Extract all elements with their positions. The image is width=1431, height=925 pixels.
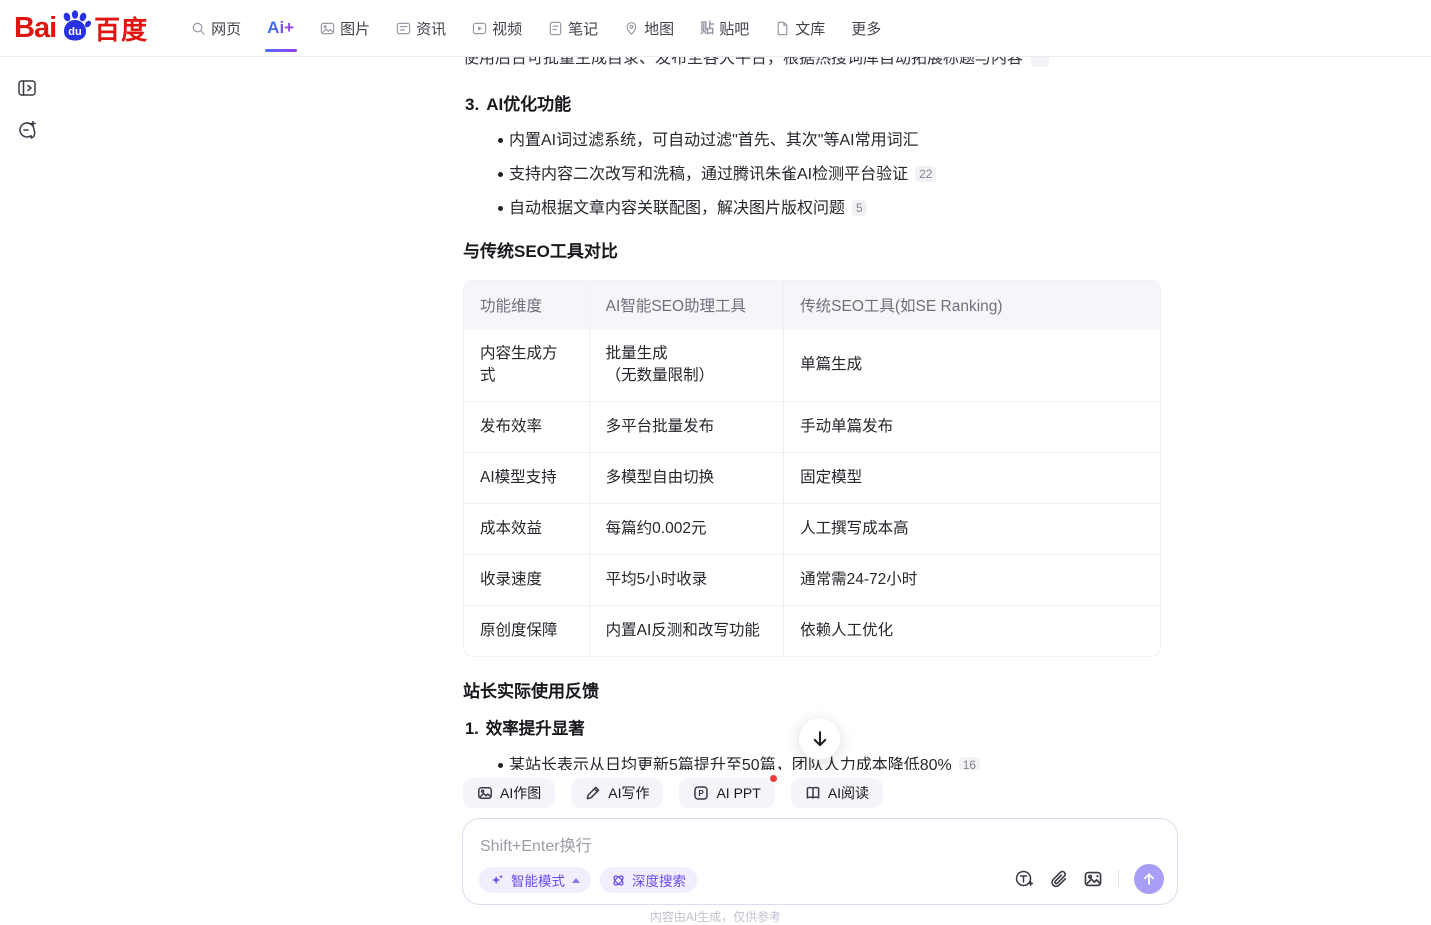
upload-image-icon[interactable]: [1083, 869, 1103, 889]
citation-badge[interactable]: 22: [915, 166, 936, 182]
column-header: AI智能SEO助理工具: [589, 281, 783, 329]
attachment-icon[interactable]: [1049, 870, 1068, 889]
baidu-paw-icon: du: [57, 8, 93, 44]
table-row: 成本效益 每篇约0.002元 人工撰写成本高: [464, 503, 1160, 554]
note-icon: [548, 21, 563, 36]
svg-text:P: P: [699, 789, 705, 798]
arrow-down-icon: [810, 729, 830, 749]
deep-search-toggle[interactable]: 深度搜索: [600, 867, 697, 893]
smart-mode-selector[interactable]: 智能模式: [479, 867, 591, 893]
tab-more[interactable]: 更多: [838, 0, 894, 57]
image-icon: [320, 21, 335, 36]
image-icon: [477, 785, 493, 801]
new-chat-icon[interactable]: [16, 119, 38, 141]
ai-ppt-button[interactable]: P AI PPT: [679, 778, 774, 808]
column-header: 功能维度: [464, 281, 589, 329]
sparkle-icon: [490, 873, 505, 888]
ai-write-button[interactable]: AI写作: [571, 778, 663, 808]
input-action-icons: [1014, 864, 1164, 894]
document-icon: [775, 21, 790, 36]
table-row: 发布效率 多平台批量发布 手动单篇发布: [464, 401, 1160, 452]
chat-bottom-panel: AI作图 AI写作 P AI PPT AI阅读 智能模式: [0, 770, 1431, 915]
ai-disclaimer: 内容由AI生成，仅供参考: [0, 908, 1431, 925]
tieba-icon: 贴: [700, 18, 714, 38]
chat-input[interactable]: [480, 832, 1040, 858]
answer-content: 使用后台可批量生成目录、发布至各大平台，根据热搜词库自动拓展标题与内容 3. A…: [463, 57, 1167, 770]
arrow-up-icon: [1141, 871, 1157, 887]
nav-tabs: 网页 Ai+ 图片 资讯 视频 笔记 地图 贴 贴吧: [178, 0, 894, 57]
book-icon: [805, 785, 821, 801]
citation-badge[interactable]: 5: [852, 200, 867, 216]
tab-news[interactable]: 资讯: [383, 0, 459, 57]
scroll-to-bottom-button[interactable]: [798, 717, 841, 760]
citation-badge[interactable]: 16: [959, 757, 980, 770]
section-heading-ai-optimization: 3. AI优化功能: [463, 94, 1167, 115]
ai-draw-button[interactable]: AI作图: [463, 778, 555, 808]
table-row: 内容生成方式 批量生成 （无数量限制） 单篇生成: [464, 329, 1160, 401]
section-heading-comparison: 与传统SEO工具对比: [463, 237, 1167, 262]
notification-dot: [770, 775, 777, 782]
table-header-row: 功能维度 AI智能SEO助理工具 传统SEO工具(如SE Ranking): [464, 281, 1160, 329]
mode-pills: 智能模式 深度搜索: [479, 867, 697, 893]
table-row: 收录速度 平均5小时收录 通常需24-72小时: [464, 554, 1160, 605]
table-row: AI模型支持 多模型自由切换 固定模型: [464, 452, 1160, 503]
logo-text-bai: Bai: [14, 12, 56, 45]
seo-comparison-table: 功能维度 AI智能SEO助理工具 传统SEO工具(如SE Ranking) 内容…: [463, 280, 1161, 657]
svg-text:du: du: [68, 26, 81, 38]
news-icon: [396, 21, 411, 36]
tab-webpage[interactable]: 网页: [178, 0, 254, 57]
baidu-logo[interactable]: Bai du 百度: [14, 8, 148, 48]
chat-input-box[interactable]: 智能模式 深度搜索: [462, 818, 1178, 905]
deep-search-icon: [611, 873, 626, 888]
tab-maps[interactable]: 地图: [611, 0, 687, 57]
tab-ai-plus[interactable]: Ai+: [254, 0, 307, 57]
tab-images[interactable]: 图片: [307, 0, 383, 57]
divider: [1118, 870, 1119, 888]
text-tool-icon[interactable]: [1014, 869, 1034, 889]
search-icon: [191, 21, 206, 36]
tab-notes[interactable]: 笔记: [535, 0, 611, 57]
tab-video[interactable]: 视频: [459, 0, 535, 57]
top-nav: Bai du 百度 网页 Ai+ 图片 资讯: [0, 0, 1431, 57]
active-tab-underline: [265, 49, 297, 52]
table-row: 原创度保障 内置AI反测和改写功能 依赖人工优化: [464, 605, 1160, 656]
ppt-icon: P: [693, 785, 709, 801]
collapse-panel-icon[interactable]: [16, 77, 38, 99]
tab-tieba[interactable]: 贴 贴吧: [687, 0, 762, 57]
ai-tools-toolbar: AI作图 AI写作 P AI PPT AI阅读: [463, 778, 883, 808]
clipped-text-line: 使用后台可批量生成目录、发布至各大平台，根据热搜词库自动拓展标题与内容: [463, 57, 1167, 70]
ai-read-button[interactable]: AI阅读: [791, 778, 883, 808]
caret-up-icon: [572, 878, 580, 883]
left-rail: [0, 57, 52, 915]
map-pin-icon: [624, 21, 639, 36]
ai-feature-list: 内置AI词过滤系统，可自动过滤"首先、其次"等AI常用词汇 支持内容二次改写和洗…: [463, 130, 1167, 220]
column-header: 传统SEO工具(如SE Ranking): [783, 281, 1160, 329]
video-icon: [472, 21, 487, 36]
section-heading-feedback: 站长实际使用反馈: [463, 677, 1167, 702]
logo-text-cn: 百度: [94, 10, 148, 47]
tab-wenku[interactable]: 文库: [762, 0, 838, 57]
list-item: 内置AI词过滤系统，可自动过滤"首先、其次"等AI常用词汇: [463, 130, 1167, 152]
pen-icon: [585, 785, 601, 801]
list-item: 支持内容二次改写和洗稿，通过腾讯朱雀AI检测平台验证22: [463, 164, 1167, 186]
list-item: 自动根据文章内容关联配图，解决图片版权问题5: [463, 198, 1167, 220]
citation-badge: [1031, 57, 1049, 67]
send-button[interactable]: [1134, 864, 1164, 894]
